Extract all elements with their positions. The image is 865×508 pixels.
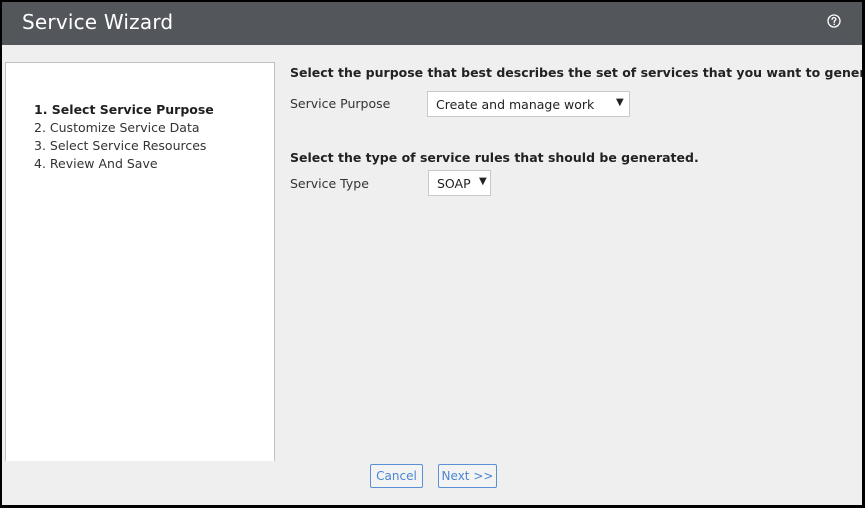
service-type-select[interactable]: SOAP ▼	[428, 170, 491, 196]
wizard-steps-panel: 1. Select Service Purpose 2. Customize S…	[5, 62, 275, 461]
cancel-button[interactable]: Cancel	[370, 464, 423, 488]
next-button[interactable]: Next >>	[438, 464, 497, 488]
purpose-heading: Select the purpose that best describes t…	[290, 65, 862, 80]
window-header: Service Wizard	[2, 2, 862, 45]
type-heading: Select the type of service rules that sh…	[290, 150, 699, 165]
service-purpose-label: Service Purpose	[290, 96, 391, 111]
chevron-down-icon: ▼	[479, 176, 487, 187]
wizard-steps-list: 1. Select Service Purpose 2. Customize S…	[34, 101, 214, 173]
chevron-down-icon: ▼	[616, 97, 624, 108]
service-purpose-value: Create and manage work	[436, 97, 595, 112]
service-wizard-window: Service Wizard 1. Select Service Purpose…	[2, 2, 862, 505]
help-icon[interactable]	[827, 14, 841, 28]
service-purpose-select[interactable]: Create and manage work ▼	[427, 91, 630, 117]
wizard-step-1: 1. Select Service Purpose	[34, 102, 214, 117]
service-type-value: SOAP	[437, 176, 471, 191]
window-title: Service Wizard	[22, 10, 174, 34]
wizard-step-3: 3. Select Service Resources	[34, 138, 207, 153]
wizard-step-4: 4. Review And Save	[34, 156, 158, 171]
service-type-label: Service Type	[290, 176, 369, 191]
wizard-step-2: 2. Customize Service Data	[34, 120, 200, 135]
